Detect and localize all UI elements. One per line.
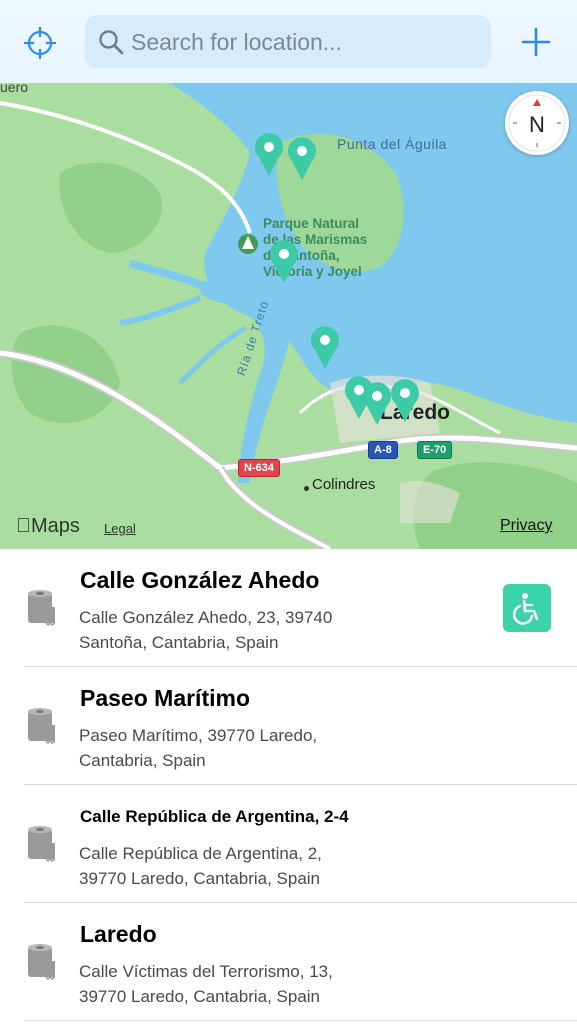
place-address: Calle González Ahedo, 23, 39740 Santoña,… — [79, 605, 332, 655]
map-pin[interactable] — [254, 133, 284, 177]
wheelchair-icon[interactable] — [503, 584, 551, 632]
map-pin[interactable] — [310, 326, 340, 370]
place-address: Calle Víctimas del Terrorismo, 13, 39770… — [79, 959, 333, 1009]
divider — [24, 1020, 577, 1021]
park-label-line: Parque Natural — [263, 216, 360, 231]
address-line: Paseo Marítimo, 39770 Laredo, — [79, 726, 318, 745]
address-line: 39770 Laredo, Cantabria, Spain — [79, 987, 321, 1006]
map-label-uero: uero — [0, 83, 29, 95]
place-address: Calle República de Argentina, 2, 39770 L… — [79, 841, 322, 891]
apple-maps-logo: Maps — [16, 515, 80, 538]
address-line: Calle República de Argentina, 2, — [79, 844, 322, 863]
toilet-paper-icon — [22, 707, 58, 745]
place-title: Calle República de Argentina, 2-4 — [80, 807, 349, 826]
plus-icon[interactable] — [518, 24, 554, 60]
toilet-paper-icon — [22, 589, 58, 627]
list-item[interactable]: Laredo Calle Víctimas del Terrorismo, 13… — [0, 903, 577, 1021]
address-line: 39770 Laredo, Cantabria, Spain — [79, 869, 321, 888]
map-pin[interactable] — [287, 137, 317, 181]
list-item[interactable]: Calle República de Argentina, 2-4 Calle … — [0, 785, 577, 903]
place-address: Paseo Marítimo, 39770 Laredo, Cantabria,… — [79, 723, 317, 773]
address-line: Cantabria, Spain — [79, 751, 206, 770]
top-bar — [0, 0, 577, 83]
magnifier-icon — [97, 28, 125, 56]
map-pin[interactable] — [269, 240, 299, 284]
search-bar[interactable] — [85, 15, 491, 68]
map-pin[interactable] — [362, 382, 392, 426]
legal-link[interactable]: Legal — [104, 521, 136, 536]
compass-icon[interactable]: N — [505, 91, 569, 155]
privacy-link[interactable]: Privacy — [500, 517, 552, 535]
address-line: Calle González Ahedo, 23, 39740 — [79, 608, 333, 627]
place-list: Calle González Ahedo Calle González Ahed… — [0, 549, 577, 1021]
place-title: Calle González Ahedo — [80, 567, 320, 593]
toilet-paper-icon — [22, 825, 58, 863]
maps-wordmark: Maps — [16, 515, 80, 537]
list-item[interactable]: Paseo Marítimo Paseo Marítimo, 39770 Lar… — [0, 667, 577, 785]
crosshair-icon[interactable] — [22, 25, 58, 61]
map-pin[interactable] — [390, 379, 420, 423]
apple-icon:  — [16, 515, 31, 537]
road-badge-e70: E-70 — [417, 441, 453, 459]
search-input[interactable] — [131, 23, 481, 61]
map-view[interactable]: uero Punta del Águila Parque Natural de … — [0, 83, 577, 549]
road-badge-a8: A-8 — [368, 441, 398, 459]
list-item[interactable]: Calle González Ahedo Calle González Ahed… — [0, 549, 577, 667]
colindres-dot — [304, 486, 309, 491]
road-badge-n634: N-634 — [238, 459, 280, 477]
place-title: Laredo — [80, 921, 157, 947]
toilet-paper-icon — [22, 943, 58, 981]
map-label-colindres: Colindres — [312, 476, 376, 493]
address-line: Santoña, Cantabria, Spain — [79, 633, 279, 652]
place-title: Paseo Marítimo — [80, 685, 250, 711]
address-line: Calle Víctimas del Terrorismo, 13, — [79, 962, 333, 981]
map-label-punta: Punta del Águila — [337, 136, 447, 152]
compass-label: N — [529, 112, 545, 137]
